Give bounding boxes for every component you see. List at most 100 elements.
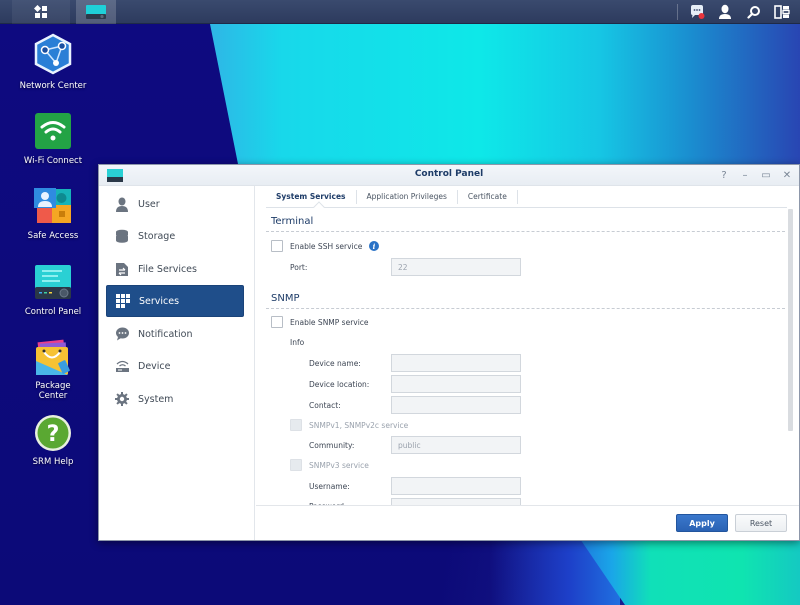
- control-panel-window: Control Panel ? – ▭ ✕ User Storage File …: [98, 164, 800, 541]
- snmpv1-label: SNMPv1, SNMPv2c service: [309, 421, 409, 430]
- sidebar-item-notification[interactable]: Notification: [106, 318, 244, 350]
- minimize-button[interactable]: –: [738, 168, 752, 182]
- community-input[interactable]: public: [391, 436, 521, 454]
- desktop-icon-label: Safe Access: [27, 231, 79, 241]
- control-panel-icon: [32, 263, 74, 305]
- user-menu-button[interactable]: [713, 0, 737, 24]
- grid-icon: [34, 5, 47, 18]
- control-panel-icon: [86, 5, 106, 19]
- desktop-icon-package-center[interactable]: Package Center: [3, 337, 103, 401]
- notification-icon: [114, 326, 130, 342]
- tab-certificate[interactable]: Certificate: [458, 189, 518, 204]
- enable-snmp-checkbox[interactable]: [271, 316, 283, 328]
- enable-ssh-checkbox[interactable]: [271, 240, 283, 252]
- widgets-icon: [774, 5, 790, 19]
- window-titlebar[interactable]: Control Panel ? – ▭ ✕: [99, 165, 799, 186]
- user-icon: [719, 4, 731, 19]
- sidebar-item-user[interactable]: User: [106, 188, 244, 220]
- maximize-button[interactable]: ▭: [759, 168, 773, 182]
- settings-scroll-area: Terminal Enable SSH service i Port: 22 S…: [256, 209, 799, 505]
- window-footer: Apply Reset: [256, 505, 799, 540]
- tab-system-services[interactable]: System Services: [266, 189, 357, 204]
- taskbar-control-panel-button[interactable]: [76, 0, 116, 24]
- desktop-icon-label-line2: Center: [38, 391, 68, 401]
- apply-button[interactable]: Apply: [676, 514, 728, 532]
- services-grid-icon: [115, 293, 131, 309]
- username-input[interactable]: [391, 477, 521, 495]
- wallpaper-wave-top: [210, 24, 800, 174]
- package-center-icon: [32, 337, 74, 379]
- help-button[interactable]: ?: [717, 168, 731, 182]
- desktop-icon-control-panel[interactable]: Control Panel: [3, 263, 103, 317]
- password-input[interactable]: [391, 498, 521, 505]
- sidebar-item-system[interactable]: System: [106, 383, 244, 415]
- desktop-icon-srm-help[interactable]: ? SRM Help: [3, 413, 103, 467]
- sidebar-item-label: Device: [138, 360, 171, 372]
- desktop-icon-label: Control Panel: [24, 307, 82, 317]
- scrollbar[interactable]: [788, 209, 793, 431]
- device-location-input[interactable]: [391, 375, 521, 393]
- sidebar-item-label: File Services: [138, 263, 197, 275]
- storage-icon: [114, 228, 130, 244]
- device-location-label: Device location:: [309, 380, 370, 389]
- section-title-terminal: Terminal: [271, 216, 314, 227]
- network-center-icon: [32, 33, 74, 75]
- sidebar-item-label: User: [138, 198, 160, 210]
- main-menu-button[interactable]: [12, 0, 70, 24]
- snmpv3-label: SNMPv3 service: [309, 461, 369, 470]
- sidebar: User Storage File Services Services Noti…: [99, 186, 255, 540]
- tab-bar: System Services Application Privileges C…: [266, 186, 787, 213]
- safe-access-icon: [32, 187, 74, 229]
- username-label: Username:: [309, 482, 350, 491]
- section-divider: [266, 231, 785, 232]
- taskbar-separator: [677, 4, 678, 20]
- desktop-icon-network-center[interactable]: Network Center: [3, 33, 103, 91]
- sidebar-item-storage[interactable]: Storage: [106, 220, 244, 252]
- taskbar: [0, 0, 800, 24]
- port-input[interactable]: 22: [391, 258, 521, 276]
- notification-chat-icon: [691, 5, 705, 19]
- desktop-icon-label: Network Center: [19, 81, 87, 91]
- sidebar-item-label: System: [138, 393, 174, 405]
- svg-text:?: ?: [47, 422, 60, 447]
- help-icon: ?: [32, 413, 74, 455]
- main-content: System Services Application Privileges C…: [256, 186, 799, 540]
- reset-button[interactable]: Reset: [735, 514, 787, 532]
- wifi-icon: [32, 112, 74, 154]
- info-icon[interactable]: i: [369, 241, 379, 251]
- snmpv1-checkbox[interactable]: [290, 419, 302, 431]
- user-icon: [114, 196, 130, 212]
- sidebar-item-file-services[interactable]: File Services: [106, 253, 244, 285]
- contact-input[interactable]: [391, 396, 521, 414]
- close-button[interactable]: ✕: [780, 168, 794, 182]
- window-title: Control Panel: [414, 169, 484, 179]
- widgets-button[interactable]: [770, 0, 794, 24]
- contact-label: Contact:: [309, 401, 341, 410]
- sidebar-item-services[interactable]: Services: [106, 285, 244, 317]
- search-button[interactable]: [742, 0, 766, 24]
- device-icon: [114, 358, 130, 374]
- community-label: Community:: [309, 441, 355, 450]
- enable-snmp-label: Enable SNMP service: [290, 318, 369, 327]
- sidebar-item-label: Notification: [138, 328, 193, 340]
- search-icon: [747, 6, 760, 19]
- snmpv3-checkbox[interactable]: [290, 459, 302, 471]
- desktop-icon-label: Wi-Fi Connect: [23, 156, 83, 166]
- tab-application-privileges[interactable]: Application Privileges: [357, 189, 458, 204]
- device-name-label: Device name:: [309, 359, 361, 368]
- desktop-icon-label-line1: Package: [35, 381, 71, 391]
- gear-icon: [114, 391, 130, 407]
- desktop-icon-safe-access[interactable]: Safe Access: [3, 187, 103, 241]
- desktop-icon-wifi-connect[interactable]: Wi-Fi Connect: [3, 112, 103, 166]
- sidebar-item-label: Storage: [138, 230, 176, 242]
- sidebar-item-label: Services: [139, 295, 180, 307]
- desktop-icon-label: Package Center: [35, 381, 70, 401]
- notifications-button[interactable]: [685, 0, 709, 24]
- sidebar-item-device[interactable]: Device: [106, 350, 244, 382]
- enable-ssh-label: Enable SSH service: [290, 242, 363, 251]
- file-services-icon: [114, 261, 130, 277]
- desktop-icon-label: SRM Help: [32, 457, 74, 467]
- section-title-snmp: SNMP: [271, 293, 300, 304]
- device-name-input[interactable]: [391, 354, 521, 372]
- port-label: Port:: [290, 263, 308, 272]
